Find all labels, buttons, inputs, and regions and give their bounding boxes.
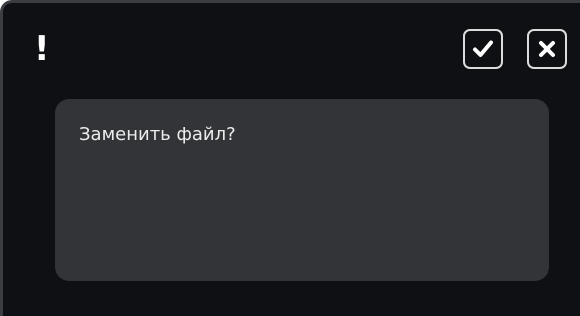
close-icon: [539, 41, 555, 57]
cancel-button[interactable]: [527, 29, 567, 69]
warning-mark: !: [34, 29, 50, 69]
dialog-message: Заменить файл?: [79, 124, 236, 145]
message-panel: Заменить файл?: [55, 99, 549, 281]
replace-file-dialog: ! Заменить файл?: [0, 0, 580, 316]
confirm-button[interactable]: [463, 29, 503, 69]
checkmark-icon: [473, 40, 493, 57]
